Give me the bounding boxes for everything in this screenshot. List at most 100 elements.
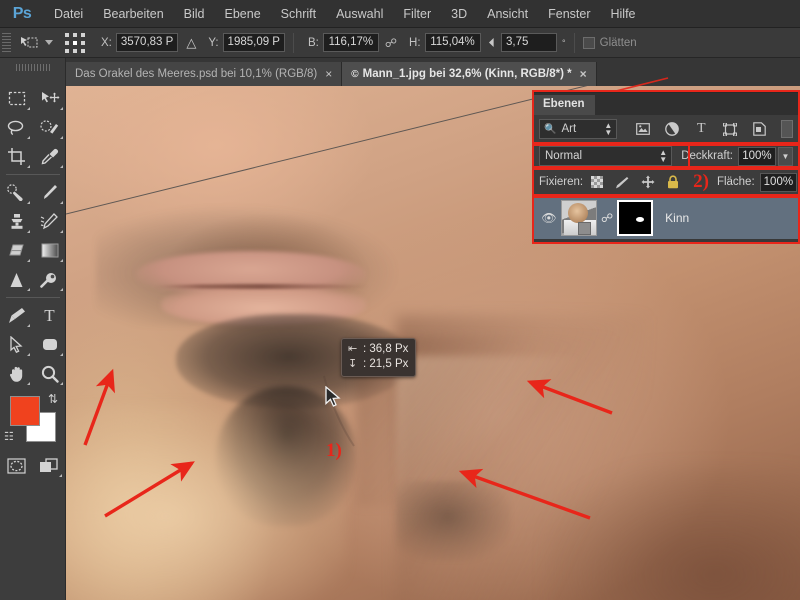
- options-divider-2: [573, 32, 575, 53]
- angle-input[interactable]: 3,75: [501, 33, 558, 52]
- blur-tool[interactable]: [0, 265, 33, 294]
- lock-image-icon[interactable]: [615, 176, 629, 189]
- tab-ebenen[interactable]: Ebenen: [533, 95, 595, 115]
- type-tool[interactable]: T: [33, 301, 66, 330]
- pen-tool[interactable]: [0, 301, 33, 330]
- y-input[interactable]: 1985,09 P: [222, 33, 285, 52]
- filter-kind-value: Art: [561, 123, 577, 135]
- reset-colors-icon[interactable]: ☷: [4, 430, 14, 443]
- menu-item-datei[interactable]: Datei: [44, 3, 93, 25]
- filter-type-icon[interactable]: T: [693, 121, 709, 137]
- eye-icon[interactable]: 👁: [539, 211, 559, 225]
- eraser-tool[interactable]: [0, 236, 33, 265]
- options-bar: X: 3570,83 P △ Y: 1985,09 P B: 116,17% ☍…: [0, 28, 800, 58]
- search-icon: 🔍: [544, 123, 557, 135]
- options-bar-grip[interactable]: [2, 32, 11, 53]
- filter-adjustment-icon[interactable]: [664, 121, 680, 137]
- menu-item-bild[interactable]: Bild: [174, 3, 215, 25]
- document-tab-orakel[interactable]: Das Orakel des Meeres.psd bei 10,1% (RGB…: [66, 62, 343, 86]
- layer-thumbnail[interactable]: [561, 199, 597, 236]
- x-input[interactable]: 3570,83 P: [115, 33, 179, 52]
- hand-tool[interactable]: [0, 359, 33, 388]
- history-brush-tool[interactable]: [33, 207, 66, 236]
- eyedropper-tool[interactable]: [33, 142, 66, 171]
- lock-label: Fixieren:: [539, 176, 584, 188]
- blend-mode-select[interactable]: Normal ▲ ▼: [539, 146, 673, 166]
- dodge-tool[interactable]: [33, 265, 66, 294]
- menu-item-ebene[interactable]: Ebene: [215, 3, 271, 25]
- photoshop-logo: Ps: [12, 4, 32, 22]
- opacity-input[interactable]: 100%: [737, 146, 776, 166]
- menu-item-auswahl[interactable]: Auswahl: [326, 3, 393, 25]
- lock-transparency-icon[interactable]: [591, 176, 604, 188]
- mask-link-icon[interactable]: ☍: [601, 211, 613, 225]
- gradient-tool[interactable]: [33, 236, 66, 265]
- filter-kind-select[interactable]: 🔍 Art ▲ ▼: [539, 119, 618, 139]
- layers-panel: Ebenen 🔍 Art ▲ ▼ T Normal ▲ ▼ Deckkraft:…: [532, 92, 800, 244]
- layer-mask-thumbnail[interactable]: [617, 199, 654, 236]
- menu-bar: Ps Datei Bearbeiten Bild Ebene Schrift A…: [0, 0, 800, 28]
- spot-healing-brush-tool[interactable]: [0, 178, 33, 207]
- y-label: Y:: [208, 36, 219, 49]
- tools-divider-1: [6, 174, 60, 175]
- close-icon[interactable]: ×: [580, 67, 587, 81]
- layers-panel-body: 🔍 Art ▲ ▼ T Normal ▲ ▼ Deckkraft: 100% ▼…: [533, 115, 800, 239]
- filter-enable-toggle[interactable]: [781, 120, 793, 138]
- link-icon[interactable]: ☍: [385, 36, 397, 50]
- brush-tool[interactable]: [33, 178, 66, 207]
- crop-tool[interactable]: [0, 142, 33, 171]
- horizontal-distance-icon: ⇤: [348, 343, 358, 355]
- vertical-distance-icon: ↧: [348, 358, 358, 370]
- quick-mask-icon[interactable]: [0, 452, 33, 480]
- width-input[interactable]: 116,17%: [322, 33, 379, 52]
- layer-row-kinn[interactable]: 👁 ☍ Kinn: [533, 195, 799, 239]
- height-input[interactable]: 115,04%: [424, 33, 481, 52]
- layers-panel-tab-row: Ebenen: [533, 93, 799, 115]
- reference-point-grid[interactable]: [65, 32, 85, 53]
- fill-input[interactable]: 100%: [759, 172, 798, 192]
- mode-buttons: [0, 452, 65, 480]
- document-tab-mann1[interactable]: © Mann_1.jpg bei 32,6% (Kinn, RGB/8*) * …: [342, 62, 597, 86]
- menu-item-hilfe[interactable]: Hilfe: [601, 3, 646, 25]
- free-transform-icon[interactable]: [16, 32, 42, 54]
- smooth-label: Glätten: [599, 36, 637, 49]
- menu-item-ansicht[interactable]: Ansicht: [477, 3, 538, 25]
- quick-selection-tool[interactable]: [33, 113, 66, 142]
- menu-item-fenster[interactable]: Fenster: [538, 3, 600, 25]
- lock-position-icon[interactable]: [641, 175, 655, 189]
- measurement-tooltip: ⇤ : 36,8 Px ↧ : 21,5 Px: [341, 338, 417, 377]
- tools-panel: T ⇅ ☷: [0, 58, 66, 600]
- tools-divider-2: [6, 297, 60, 298]
- opacity-label: Deckkraft:: [681, 150, 733, 162]
- close-icon[interactable]: ×: [325, 67, 332, 81]
- screen-mode-icon[interactable]: [33, 452, 66, 480]
- smooth-checkbox[interactable]: [582, 36, 595, 49]
- clone-stamp-tool[interactable]: [0, 207, 33, 236]
- foreground-color-swatch[interactable]: [10, 396, 40, 426]
- menu-item-schrift[interactable]: Schrift: [271, 3, 326, 25]
- degree-symbol: °: [562, 37, 566, 48]
- menu-item-3d[interactable]: 3D: [441, 3, 477, 25]
- tools-panel-grip[interactable]: [16, 64, 50, 71]
- chevron-updown-icon: ▲ ▼: [659, 148, 668, 164]
- filter-pixel-icon[interactable]: [635, 121, 651, 137]
- measurement-width-value: 36,8 Px: [369, 343, 409, 355]
- measurement-width-row: ⇤ : 36,8 Px: [348, 343, 409, 355]
- tool-preset-chevron-down-icon[interactable]: [45, 40, 53, 45]
- move-tool[interactable]: [33, 84, 66, 113]
- zoom-tool[interactable]: [33, 359, 66, 388]
- path-selection-tool[interactable]: [0, 330, 33, 359]
- width-label: B:: [307, 36, 319, 49]
- swap-colors-icon[interactable]: ⇅: [48, 392, 58, 406]
- lock-all-icon[interactable]: [667, 175, 679, 189]
- rectangular-marquee-tool[interactable]: [0, 84, 33, 113]
- rounded-rectangle-tool[interactable]: [33, 330, 66, 359]
- filter-shape-icon[interactable]: [722, 121, 738, 137]
- opacity-chevron-down-icon[interactable]: ▼: [777, 146, 793, 166]
- document-tab-title: Das Orakel des Meeres.psd bei 10,1% (RGB…: [75, 68, 318, 80]
- measurement-height-row: ↧ : 21,5 Px: [348, 358, 409, 370]
- lasso-tool[interactable]: [0, 113, 33, 142]
- menu-item-filter[interactable]: Filter: [393, 3, 441, 25]
- filter-smartobject-icon[interactable]: [751, 121, 767, 137]
- menu-item-bearbeiten[interactable]: Bearbeiten: [93, 3, 173, 25]
